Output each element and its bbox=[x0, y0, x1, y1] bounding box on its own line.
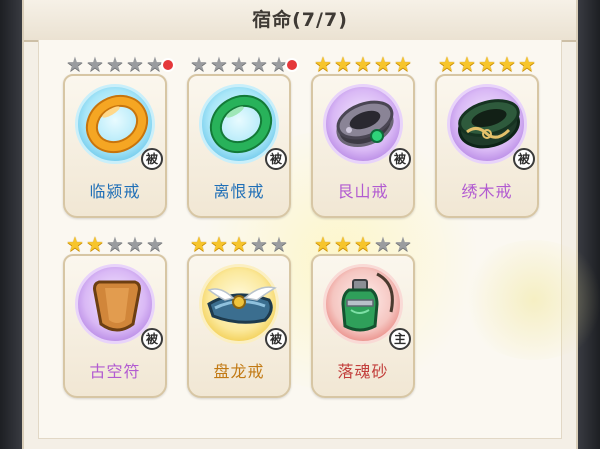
star-filled-icon: ★ bbox=[458, 52, 476, 76]
fate-panel: 宿命(7/7) ★ ★ ★ ★ ★ 被 临颍戒 ★ ★ ★ ★ ★ 被 离恨戒 … bbox=[22, 0, 600, 449]
item-frame: 被 绣木戒 bbox=[435, 74, 539, 218]
star-filled-icon: ★ bbox=[518, 52, 536, 76]
star-filled-icon: ★ bbox=[314, 52, 332, 76]
star-rating: ★ ★ ★ ★ ★ bbox=[63, 54, 167, 76]
passive-tag-badge: 被 bbox=[265, 148, 287, 170]
passive-tag-badge: 被 bbox=[265, 328, 287, 350]
item-card-gukong[interactable]: ★ ★ ★ ★ ★ 被 古空符 bbox=[59, 234, 169, 402]
passive-tag-badge: 被 bbox=[389, 148, 411, 170]
star-empty-icon: ★ bbox=[394, 232, 412, 256]
star-filled-icon: ★ bbox=[190, 232, 208, 256]
star-filled-icon: ★ bbox=[478, 52, 496, 76]
item-frame: 被 艮山戒 bbox=[311, 74, 415, 218]
item-name: 临颍戒 bbox=[89, 182, 141, 201]
star-empty-icon: ★ bbox=[106, 232, 124, 256]
star-empty-icon: ★ bbox=[230, 52, 248, 76]
item-card-luohun[interactable]: ★ ★ ★ ★ ★ 主 落魂砂 bbox=[307, 234, 417, 402]
item-name: 艮山戒 bbox=[337, 182, 389, 201]
item-name: 落魂砂 bbox=[337, 362, 389, 381]
star-empty-icon: ★ bbox=[146, 232, 164, 256]
star-filled-icon: ★ bbox=[374, 52, 392, 76]
star-empty-icon: ★ bbox=[190, 52, 208, 76]
star-filled-icon: ★ bbox=[498, 52, 516, 76]
star-filled-icon: ★ bbox=[210, 232, 228, 256]
star-rating: ★ ★ ★ ★ ★ bbox=[311, 54, 415, 76]
item-card-lihen[interactable]: ★ ★ ★ ★ ★ 被 离恨戒 bbox=[183, 54, 299, 222]
star-filled-icon: ★ bbox=[230, 232, 248, 256]
passive-tag-badge: 被 bbox=[141, 328, 163, 350]
star-empty-icon: ★ bbox=[250, 232, 268, 256]
star-empty-icon: ★ bbox=[126, 52, 144, 76]
red-dot-icon bbox=[161, 58, 175, 72]
red-dot-icon bbox=[285, 58, 299, 72]
item-card-genshan[interactable]: ★ ★ ★ ★ ★ 被 艮山戒 bbox=[307, 54, 417, 222]
star-filled-icon: ★ bbox=[86, 232, 104, 256]
star-filled-icon: ★ bbox=[314, 232, 332, 256]
passive-tag-badge: 被 bbox=[513, 148, 535, 170]
star-rating: ★ ★ ★ ★ ★ bbox=[187, 54, 291, 76]
star-rating: ★ ★ ★ ★ ★ bbox=[63, 234, 167, 256]
item-frame: 被 临颍戒 bbox=[63, 74, 167, 218]
item-card-linying[interactable]: ★ ★ ★ ★ ★ 被 临颍戒 bbox=[59, 54, 175, 222]
item-name: 古空符 bbox=[89, 362, 141, 381]
item-frame: 主 落魂砂 bbox=[311, 254, 415, 398]
light-swirl bbox=[459, 240, 600, 360]
star-empty-icon: ★ bbox=[66, 52, 84, 76]
item-card-panlong[interactable]: ★ ★ ★ ★ ★ 被 盘龙戒 bbox=[183, 234, 293, 402]
star-empty-icon: ★ bbox=[86, 52, 104, 76]
panel-title: 宿命(7/7) bbox=[24, 0, 576, 42]
item-grid: ★ ★ ★ ★ ★ 被 临颍戒 ★ ★ ★ ★ ★ 被 离恨戒 ★ ★ ★ ★ … bbox=[38, 40, 600, 439]
left-backdrop bbox=[0, 0, 24, 449]
star-filled-icon: ★ bbox=[354, 52, 372, 76]
star-rating: ★ ★ ★ ★ ★ bbox=[187, 234, 291, 256]
item-name: 离恨戒 bbox=[213, 182, 265, 201]
item-card-xiumu[interactable]: ★ ★ ★ ★ ★ 被 绣木戒 bbox=[431, 54, 541, 222]
right-backdrop bbox=[576, 0, 600, 449]
item-frame: 被 离恨戒 bbox=[187, 74, 291, 218]
item-frame: 被 盘龙戒 bbox=[187, 254, 291, 398]
star-empty-icon: ★ bbox=[126, 232, 144, 256]
star-filled-icon: ★ bbox=[334, 232, 352, 256]
active-tag-badge: 主 bbox=[389, 328, 411, 350]
star-rating: ★ ★ ★ ★ ★ bbox=[435, 54, 539, 76]
passive-tag-badge: 被 bbox=[141, 148, 163, 170]
star-filled-icon: ★ bbox=[438, 52, 456, 76]
star-filled-icon: ★ bbox=[394, 52, 412, 76]
item-name: 绣木戒 bbox=[461, 182, 513, 201]
star-filled-icon: ★ bbox=[66, 232, 84, 256]
star-empty-icon: ★ bbox=[250, 52, 268, 76]
item-frame: 被 古空符 bbox=[63, 254, 167, 398]
item-name: 盘龙戒 bbox=[213, 362, 265, 381]
star-empty-icon: ★ bbox=[106, 52, 124, 76]
star-empty-icon: ★ bbox=[374, 232, 392, 256]
star-empty-icon: ★ bbox=[270, 232, 288, 256]
star-filled-icon: ★ bbox=[354, 232, 372, 256]
star-empty-icon: ★ bbox=[210, 52, 228, 76]
star-filled-icon: ★ bbox=[334, 52, 352, 76]
star-rating: ★ ★ ★ ★ ★ bbox=[311, 234, 415, 256]
